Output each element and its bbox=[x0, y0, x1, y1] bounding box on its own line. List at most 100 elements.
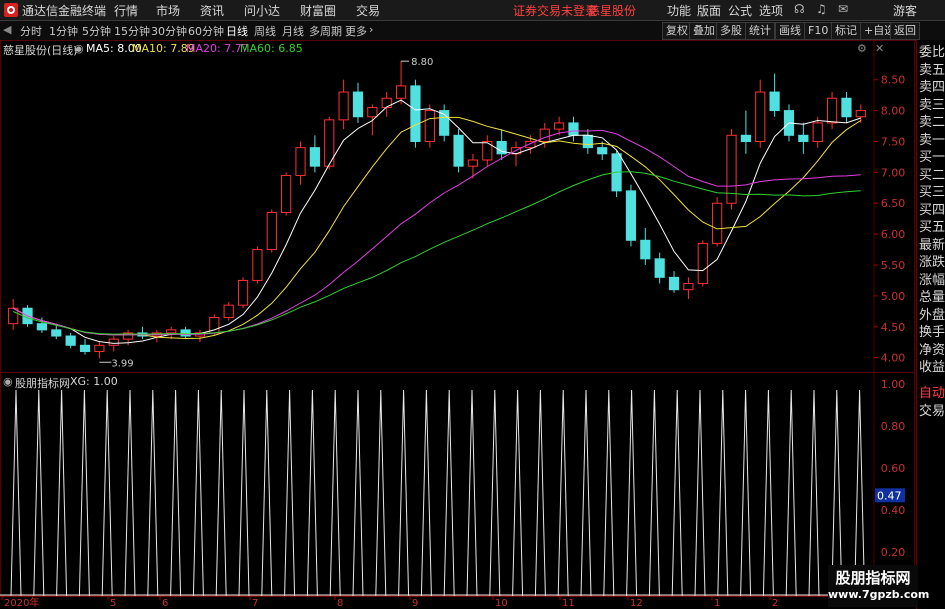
side-item-18[interactable]: 收益 bbox=[919, 359, 945, 377]
side-item-1[interactable]: 卖五 bbox=[919, 62, 945, 80]
period-daily[interactable]: 日线 bbox=[226, 23, 248, 39]
candle-body bbox=[79, 344, 91, 352]
menu-news[interactable]: 资讯 bbox=[200, 2, 224, 19]
indicator-title: 股朋指标网 bbox=[15, 377, 70, 390]
btn-stats[interactable]: 统计 bbox=[745, 22, 775, 40]
menu-layout[interactable]: 版面 bbox=[697, 2, 721, 19]
y-tick-label: 7.00 bbox=[881, 166, 906, 179]
candle-body bbox=[625, 190, 637, 241]
period-5min[interactable]: 5分钟 bbox=[82, 23, 111, 39]
period-1min[interactable]: 1分钟 bbox=[49, 23, 78, 39]
btn-f10[interactable]: F10 bbox=[804, 22, 833, 40]
collapse-icon[interactable]: ◀ bbox=[3, 23, 11, 36]
side-item-17[interactable]: 净资 bbox=[919, 342, 945, 360]
side-item-5[interactable]: 卖一 bbox=[919, 132, 945, 150]
side-item-13[interactable]: 涨幅 bbox=[919, 272, 945, 290]
candle-body bbox=[568, 122, 579, 136]
xg-spike bbox=[580, 389, 592, 597]
x-tick-label: 1 bbox=[714, 598, 720, 609]
menu-wealth[interactable]: 财富圈 bbox=[300, 2, 336, 19]
side-item-3[interactable]: 卖三 bbox=[919, 97, 945, 115]
stock-link[interactable]: 慈星股份 bbox=[588, 2, 636, 19]
xg-spike bbox=[785, 389, 797, 597]
xg-spike bbox=[717, 389, 729, 597]
sub-y-tick-label: 0.80 bbox=[881, 420, 906, 433]
side-item-0[interactable]: 委比 bbox=[919, 44, 945, 62]
candle-body bbox=[697, 242, 708, 285]
candle-body bbox=[8, 307, 19, 325]
app-title: 通达信金融终端 bbox=[22, 4, 107, 18]
auto-button[interactable]: 自动 bbox=[919, 385, 945, 403]
xg-spike bbox=[33, 389, 45, 597]
xg-spike bbox=[512, 389, 524, 597]
x-tick-label: 7 bbox=[252, 598, 258, 609]
menu-function[interactable]: 功能 bbox=[667, 2, 691, 19]
side-item-8[interactable]: 买三 bbox=[919, 184, 945, 202]
menu-market[interactable]: 行情 bbox=[114, 2, 138, 19]
side-item-12[interactable]: 涨跌 bbox=[919, 254, 945, 272]
x-tick-label: 6 bbox=[162, 598, 168, 609]
candle-body bbox=[855, 110, 866, 118]
side-item-16[interactable]: 换手 bbox=[919, 324, 945, 342]
btn-overlay[interactable]: 叠加 bbox=[689, 22, 719, 40]
candle-body bbox=[740, 134, 751, 142]
btn-multi-stock[interactable]: 多股 bbox=[716, 22, 746, 40]
menu-formula[interactable]: 公式 bbox=[728, 2, 752, 19]
period-more[interactable]: 更多 bbox=[345, 23, 367, 39]
menu-exchange[interactable]: 市场 bbox=[156, 2, 180, 19]
btn-mark[interactable]: 标记 bbox=[831, 22, 861, 40]
btn-adjust[interactable]: 复权 bbox=[662, 22, 692, 40]
side-item-4[interactable]: 卖二 bbox=[919, 114, 945, 132]
candle-body bbox=[712, 202, 723, 244]
candle-body bbox=[554, 122, 565, 130]
period-15min[interactable]: 15分钟 bbox=[114, 23, 150, 39]
side-item-6[interactable]: 买一 bbox=[919, 149, 945, 167]
side-item-15[interactable]: 外盘 bbox=[919, 307, 945, 325]
side-item-9[interactable]: 买四 bbox=[919, 202, 945, 220]
side-item-10[interactable]: 买五 bbox=[919, 219, 945, 237]
menu-options[interactable]: 选项 bbox=[759, 2, 783, 19]
side-item-7[interactable]: 买二 bbox=[919, 167, 945, 185]
y-tick-label: 4.50 bbox=[881, 321, 906, 334]
high-label: 8.80 bbox=[411, 57, 433, 68]
side-item-11[interactable]: 最新 bbox=[919, 237, 945, 255]
menu-ask[interactable]: 问小达 bbox=[244, 2, 280, 19]
sub-y-tick-label: 0.40 bbox=[881, 504, 906, 517]
side-item-14[interactable]: 总量 bbox=[919, 289, 945, 307]
btn-back[interactable]: 返回 bbox=[890, 22, 920, 40]
xg-spike bbox=[762, 389, 774, 597]
candle-body bbox=[338, 91, 349, 121]
message-icon[interactable]: ✉ bbox=[838, 2, 848, 16]
candle-body bbox=[223, 304, 234, 319]
x-tick-label: 5 bbox=[110, 598, 116, 609]
period-30min[interactable]: 30分钟 bbox=[151, 23, 187, 39]
btn-draw[interactable]: 画线 bbox=[775, 22, 805, 40]
period-monthly[interactable]: 月线 bbox=[282, 23, 304, 39]
period-toolbar: ◀ 分时 1分钟 5分钟 15分钟 30分钟 60分钟 日线 周线 月线 多周期… bbox=[0, 21, 945, 41]
side-item-2[interactable]: 卖四 bbox=[919, 79, 945, 97]
candle-body bbox=[266, 212, 277, 251]
trade-button[interactable]: 交易 bbox=[919, 403, 945, 421]
candle-body bbox=[654, 258, 665, 278]
top-menu-bar: 通达信金融终端 行情 市场 资讯 问小达 财富圈 交易 证券交易未登录 慈星股份… bbox=[0, 0, 945, 21]
user-label[interactable]: 游客 bbox=[893, 2, 917, 19]
candle-body bbox=[467, 159, 479, 167]
period-multi[interactable]: 多周期 bbox=[309, 23, 342, 39]
support-icon[interactable]: ☊ bbox=[794, 2, 805, 16]
period-intraday[interactable]: 分时 bbox=[20, 23, 42, 39]
login-notice[interactable]: 证券交易未登录 bbox=[513, 2, 597, 19]
candle-body bbox=[381, 97, 392, 108]
kline-chart[interactable]: 8.50 8.00 7.50 7.00 6.50 6.00 5.50 5.00 4.50 4.00… bbox=[0, 40, 915, 609]
y-tick-label: 8.00 bbox=[881, 105, 906, 118]
chevron-right-icon: › bbox=[369, 23, 374, 36]
period-60min[interactable]: 60分钟 bbox=[188, 23, 224, 39]
candle-body bbox=[108, 338, 119, 346]
menu-trade[interactable]: 交易 bbox=[356, 2, 380, 19]
period-weekly[interactable]: 周线 bbox=[254, 23, 276, 39]
candle-body bbox=[582, 134, 593, 149]
sub-settings-icon[interactable]: ◉ bbox=[3, 375, 13, 388]
bell-icon[interactable]: ♫ bbox=[816, 2, 827, 16]
xg-spike bbox=[56, 389, 68, 597]
xg-spike bbox=[170, 389, 182, 597]
watermark-url: www.7gpzb.com bbox=[828, 588, 930, 601]
